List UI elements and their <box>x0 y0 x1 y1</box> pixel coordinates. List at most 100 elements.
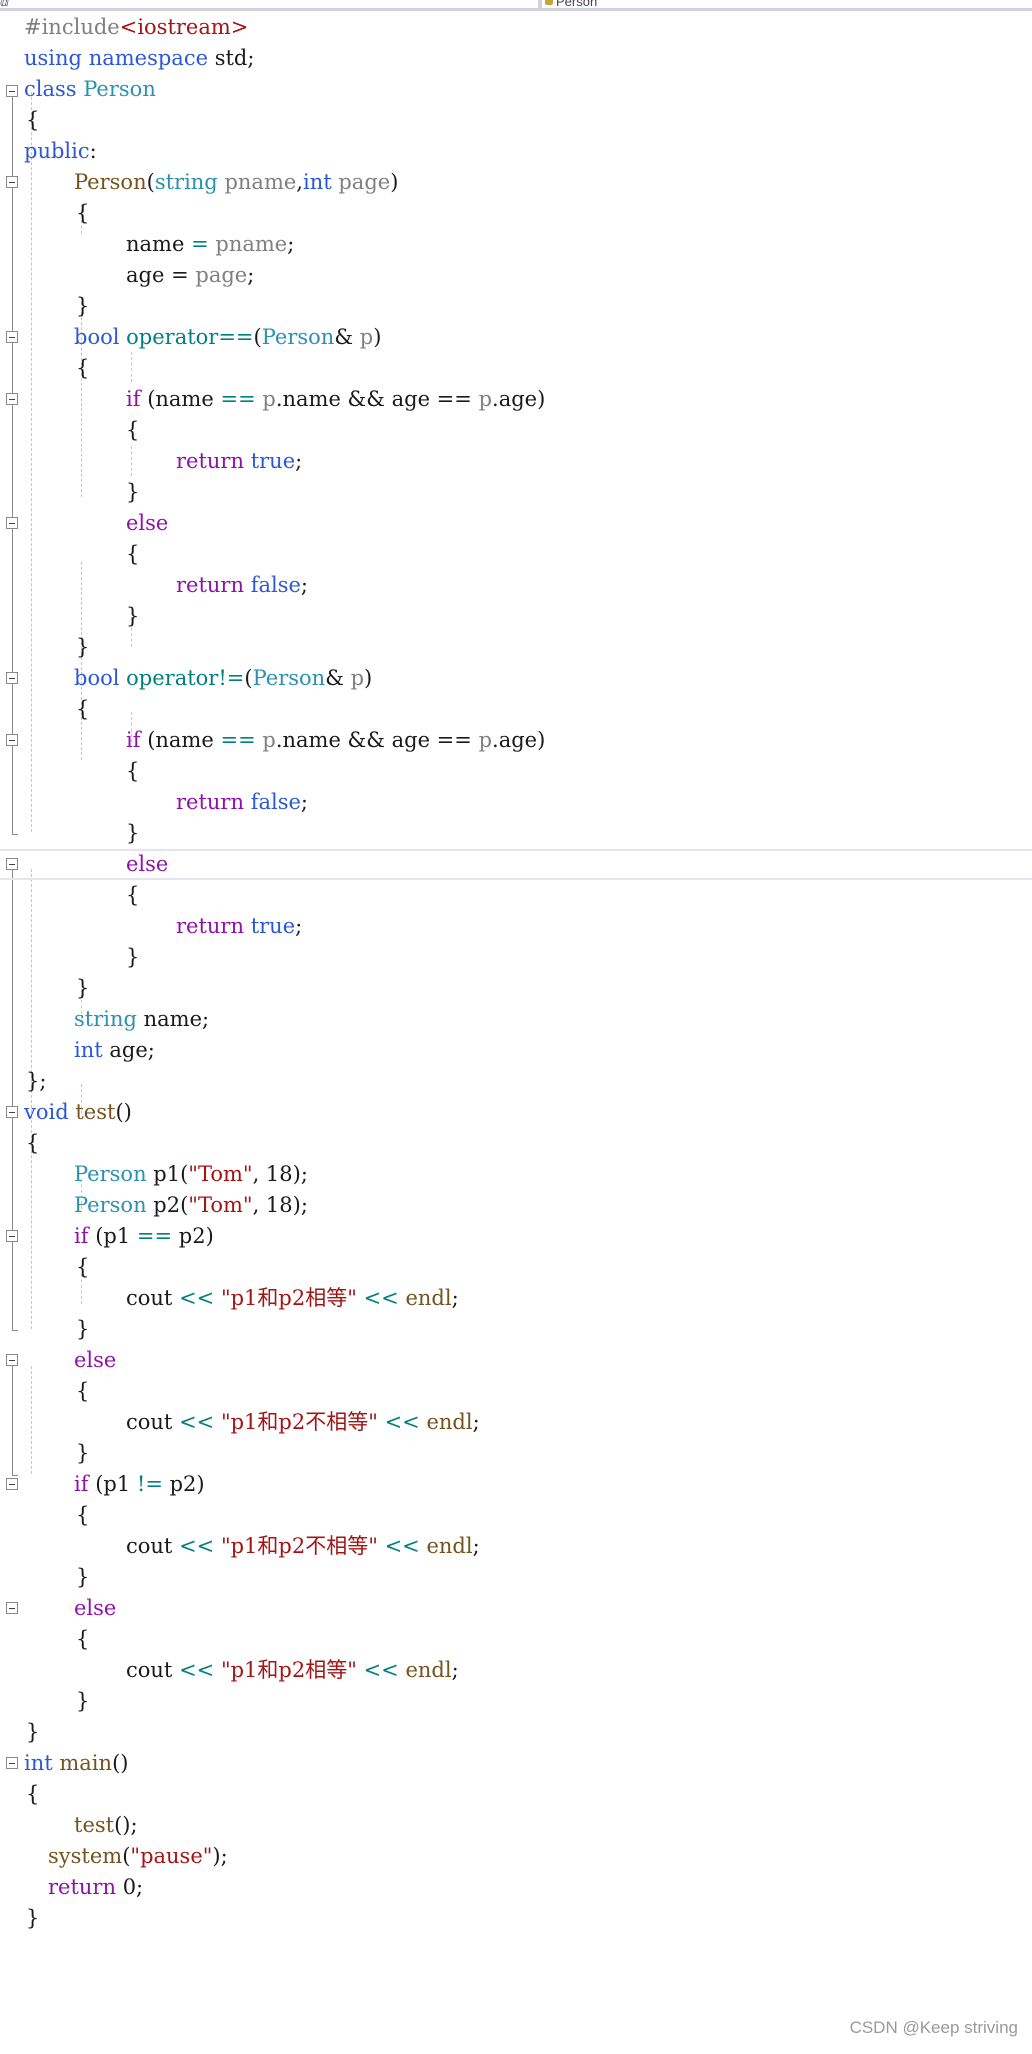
brace: } <box>126 480 140 504</box>
tab-separator <box>538 0 542 11</box>
code-line-38[interactable]: Person p1("Tom", 18); <box>0 1159 1032 1190</box>
collapse-if-icon[interactable] <box>6 734 18 746</box>
code-line-56[interactable]: } <box>0 1717 1032 1748</box>
code-line-33[interactable]: string name; <box>0 1004 1032 1035</box>
brace: } <box>76 1317 90 1341</box>
code-line-29[interactable]: { <box>0 880 1032 911</box>
collapse-constructor-icon[interactable] <box>6 176 18 188</box>
code-line-6[interactable]: Person(string pname,int page) <box>0 167 1032 198</box>
code-line-41[interactable]: { <box>0 1252 1032 1283</box>
keyword-using: using <box>24 46 82 70</box>
collapse-function-icon[interactable] <box>6 1106 18 1118</box>
code-line-12[interactable]: { <box>0 353 1032 384</box>
code-line-60[interactable]: system("pause"); <box>0 1841 1032 1872</box>
code-line-16[interactable]: } <box>0 477 1032 508</box>
code-line-48[interactable]: if (p1 != p2) <box>0 1469 1032 1500</box>
code-line-17[interactable]: else <box>0 508 1032 539</box>
code-line-58[interactable]: { <box>0 1779 1032 1810</box>
code-line-20[interactable]: } <box>0 601 1032 632</box>
namespace-name: std; <box>214 46 255 70</box>
code-line-9[interactable]: age = page; <box>0 260 1032 291</box>
operator-name: operator!= <box>126 666 245 690</box>
collapse-if-icon[interactable] <box>6 1230 18 1242</box>
collapse-function-icon[interactable] <box>6 1757 18 1769</box>
collapse-operator-eq-icon[interactable] <box>6 331 18 343</box>
code-line-27[interactable]: } <box>0 818 1032 849</box>
brace: } <box>76 1441 90 1465</box>
brace: { <box>76 1255 90 1279</box>
code-line-45[interactable]: { <box>0 1376 1032 1407</box>
code-line-25[interactable]: { <box>0 756 1032 787</box>
code-line-7[interactable]: { <box>0 198 1032 229</box>
collapse-else-icon[interactable] <box>6 858 18 870</box>
code-line-42[interactable]: cout << "p1和p2相等" << endl; <box>0 1283 1032 1314</box>
code-line-15[interactable]: return true; <box>0 446 1032 477</box>
code-line-52[interactable]: else <box>0 1593 1032 1624</box>
code-line-4[interactable]: { <box>0 105 1032 136</box>
brace: } <box>126 821 140 845</box>
collapse-class-icon[interactable] <box>6 85 18 97</box>
code-line-51[interactable]: } <box>0 1562 1032 1593</box>
code-line-24[interactable]: if (name == p.name && age == p.age) <box>0 725 1032 756</box>
class-name: Person <box>83 77 156 101</box>
code-line-21[interactable]: } <box>0 632 1032 663</box>
code-line-57[interactable]: int main() <box>0 1748 1032 1779</box>
code-line-59[interactable]: test(); <box>0 1810 1032 1841</box>
collapse-else-icon[interactable] <box>6 1602 18 1614</box>
code-line-61[interactable]: return 0; <box>0 1872 1032 1903</box>
brace: { <box>26 1782 40 1806</box>
code-line-36[interactable]: void test() <box>0 1097 1032 1128</box>
code-line-47[interactable]: } <box>0 1438 1032 1469</box>
code-line-14[interactable]: { <box>0 415 1032 446</box>
code-line-13[interactable]: if (name == p.name && age == p.age) <box>0 384 1032 415</box>
brace: } <box>76 976 90 1000</box>
code-line-30[interactable]: return true; <box>0 911 1032 942</box>
brace: } <box>76 1689 90 1713</box>
collapse-if-icon[interactable] <box>6 1478 18 1490</box>
code-line-18[interactable]: { <box>0 539 1032 570</box>
include-header: <iostream> <box>119 15 249 39</box>
brace: { <box>126 418 140 442</box>
code-line-54[interactable]: cout << "p1和p2相等" << endl; <box>0 1655 1032 1686</box>
code-line-37[interactable]: { <box>0 1128 1032 1159</box>
code-line-34[interactable]: int age; <box>0 1035 1032 1066</box>
code-line-40[interactable]: if (p1 == p2) <box>0 1221 1032 1252</box>
function-name: test <box>75 1100 116 1124</box>
code-line-2[interactable]: using namespace std; <box>0 43 1032 74</box>
watermark: CSDN @Keep striving <box>849 2018 1018 2037</box>
code-line-19[interactable]: return false; <box>0 570 1032 601</box>
collapse-else-icon[interactable] <box>6 517 18 529</box>
code-line-32[interactable]: } <box>0 973 1032 1004</box>
code-line-26[interactable]: return false; <box>0 787 1032 818</box>
brace: { <box>76 1503 90 1527</box>
code-line-22[interactable]: bool operator!=(Person& p) <box>0 663 1032 694</box>
brace: } <box>26 1906 40 1930</box>
code-line-53[interactable]: { <box>0 1624 1032 1655</box>
code-line-46[interactable]: cout << "p1和p2不相等" << endl; <box>0 1407 1032 1438</box>
code-line-8[interactable]: name = pname; <box>0 229 1032 260</box>
preprocessor-directive: #include <box>24 15 120 39</box>
code-line-3[interactable]: class Person <box>0 74 1032 105</box>
code-line-49[interactable]: { <box>0 1500 1032 1531</box>
code-line-35[interactable]: }; <box>0 1066 1032 1097</box>
code-line-5[interactable]: public: <box>0 136 1032 167</box>
scope-breadcrumb[interactable]: Person <box>556 0 597 9</box>
brace: { <box>76 201 90 225</box>
code-line-31[interactable]: } <box>0 942 1032 973</box>
code-line-10[interactable]: } <box>0 291 1032 322</box>
brace: } <box>76 294 90 318</box>
collapse-if-icon[interactable] <box>6 393 18 405</box>
code-line-11[interactable]: bool operator==(Person& p) <box>0 322 1032 353</box>
code-line-44[interactable]: else <box>0 1345 1032 1376</box>
code-line-39[interactable]: Person p2("Tom", 18); <box>0 1190 1032 1221</box>
code-line-55[interactable]: } <box>0 1686 1032 1717</box>
collapse-else-icon[interactable] <box>6 1354 18 1366</box>
code-line-43[interactable]: } <box>0 1314 1032 1345</box>
code-line-23[interactable]: { <box>0 694 1032 725</box>
code-line-62[interactable]: } <box>0 1903 1032 1934</box>
operator-name: operator== <box>126 325 254 349</box>
collapse-operator-neq-icon[interactable] <box>6 672 18 684</box>
code-line-50[interactable]: cout << "p1和p2不相等" << endl; <box>0 1531 1032 1562</box>
code-line-1[interactable]: #include<iostream> <box>0 12 1032 43</box>
code-line-28-current[interactable]: else <box>0 849 1032 880</box>
